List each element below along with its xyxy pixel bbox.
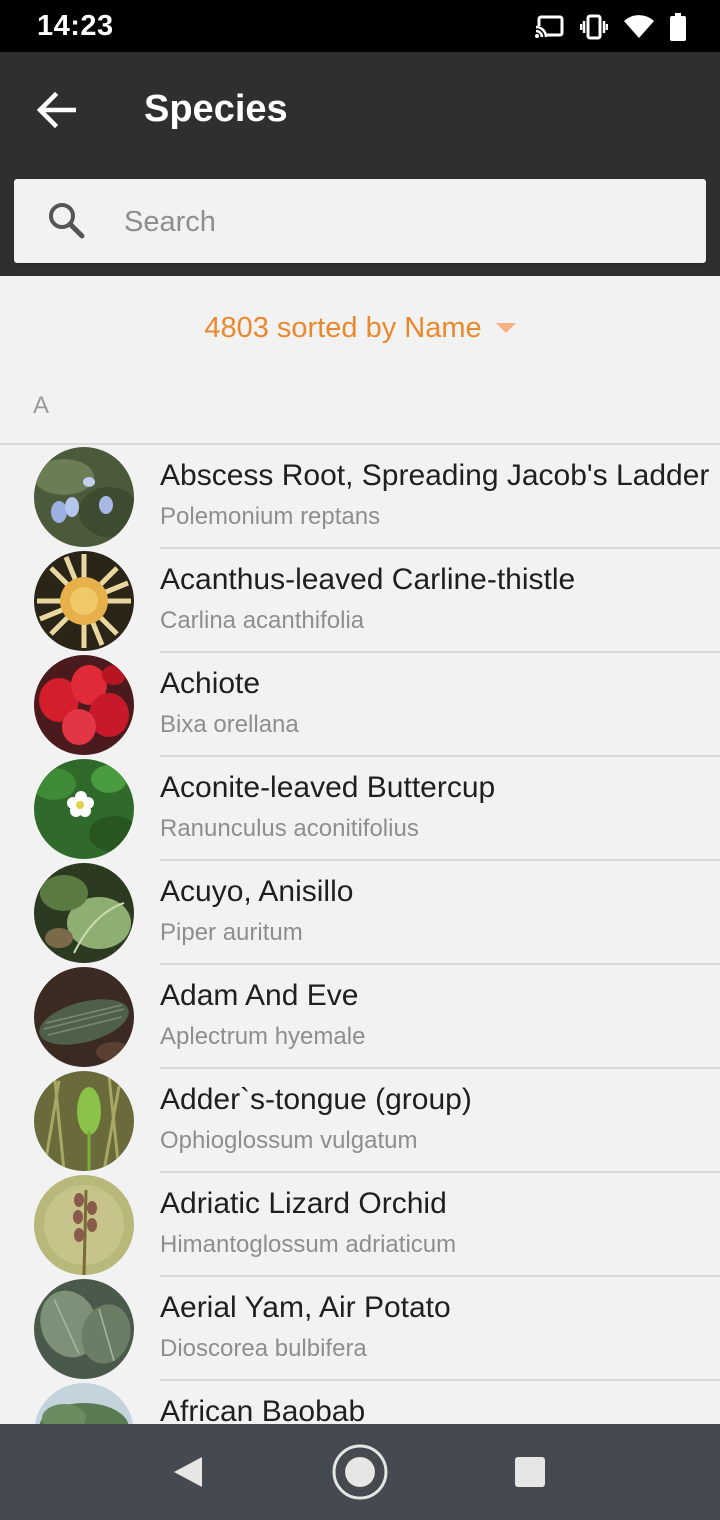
list-item[interactable]: Aconite-leaved Buttercup Ranunculus acon… (0, 757, 720, 861)
common-name: Adam And Eve (160, 979, 359, 1012)
species-thumbnail (34, 551, 134, 651)
common-name: Adder`s-tongue (group) (160, 1083, 472, 1116)
page-title: Species (144, 88, 288, 130)
list-item[interactable]: Adriatic Lizard Orchid Himantoglossum ad… (0, 1173, 720, 1277)
species-thumbnail (34, 655, 134, 755)
list-item[interactable]: Achiote Bixa orellana (0, 653, 720, 757)
nav-home-button[interactable] (332, 1444, 388, 1500)
search-icon (49, 203, 85, 239)
scientific-name: Carlina acanthifolia (160, 607, 365, 634)
scientific-name: Polemonium reptans (160, 503, 381, 530)
common-name: Aconite-leaved Buttercup (160, 771, 496, 804)
search-bar[interactable] (14, 179, 706, 263)
common-name: Acuyo, Anisillo (160, 875, 354, 908)
vibrate-icon (580, 14, 608, 40)
battery-icon (670, 13, 686, 41)
cast-icon (534, 15, 564, 39)
species-thumbnail (34, 447, 134, 547)
species-thumbnail (34, 1383, 134, 1424)
list-item[interactable]: Adder`s-tongue (group) Ophioglossum vulg… (0, 1069, 720, 1173)
species-thumbnail (34, 967, 134, 1067)
scientific-name: Aplectrum hyemale (160, 1023, 366, 1050)
nav-recents-button[interactable] (502, 1444, 558, 1500)
back-button[interactable] (30, 86, 82, 134)
species-thumbnail (34, 1175, 134, 1275)
navigation-bar (0, 1424, 720, 1520)
species-thumbnail (34, 759, 134, 859)
common-name: Aerial Yam, Air Potato (160, 1291, 451, 1324)
species-thumbnail (34, 863, 134, 963)
list-item[interactable]: African Baobab (0, 1381, 720, 1424)
list-item[interactable]: Abscess Root, Spreading Jacob's Ladder P… (0, 445, 720, 549)
arrow-back-icon (36, 92, 76, 128)
species-thumbnail (34, 1071, 134, 1171)
common-name: Adriatic Lizard Orchid (160, 1187, 447, 1220)
list-item[interactable]: Aerial Yam, Air Potato Dioscorea bulbife… (0, 1277, 720, 1381)
section-header: A (33, 392, 50, 419)
common-name: African Baobab (160, 1395, 366, 1424)
scientific-name: Piper auritum (160, 919, 303, 946)
species-list[interactable]: Abscess Root, Spreading Jacob's Ladder P… (0, 445, 720, 1424)
scientific-name: Himantoglossum adriaticum (160, 1231, 457, 1258)
sort-label: 4803 sorted by Name (204, 311, 482, 344)
list-item[interactable]: Acuyo, Anisillo Piper auritum (0, 861, 720, 965)
status-bar: 14:23 (0, 0, 720, 52)
common-name: Abscess Root, Spreading Jacob's Ladder (160, 459, 710, 492)
species-thumbnail (34, 1279, 134, 1379)
status-icons (534, 12, 686, 42)
triangle-down-icon (495, 323, 516, 333)
status-time: 14:23 (37, 10, 114, 42)
common-name: Acanthus-leaved Carline-thistle (160, 563, 576, 596)
scientific-name: Ranunculus aconitifolius (160, 815, 419, 842)
sort-selector[interactable]: 4803 sorted by Name (0, 276, 720, 380)
nav-home-icon (332, 1444, 388, 1500)
nav-back-button[interactable] (160, 1444, 216, 1500)
app-bar: Species (0, 52, 720, 276)
common-name: Achiote (160, 667, 261, 700)
nav-back-icon (174, 1457, 202, 1487)
list-item[interactable]: Adam And Eve Aplectrum hyemale (0, 965, 720, 1069)
nav-recents-icon (515, 1457, 545, 1487)
scientific-name: Bixa orellana (160, 711, 299, 738)
scientific-name: Dioscorea bulbifera (160, 1335, 367, 1362)
wifi-icon (624, 15, 654, 38)
scientific-name: Ophioglossum vulgatum (160, 1127, 418, 1154)
search-input[interactable] (122, 193, 686, 251)
list-item[interactable]: Acanthus-leaved Carline-thistle Carlina … (0, 549, 720, 653)
